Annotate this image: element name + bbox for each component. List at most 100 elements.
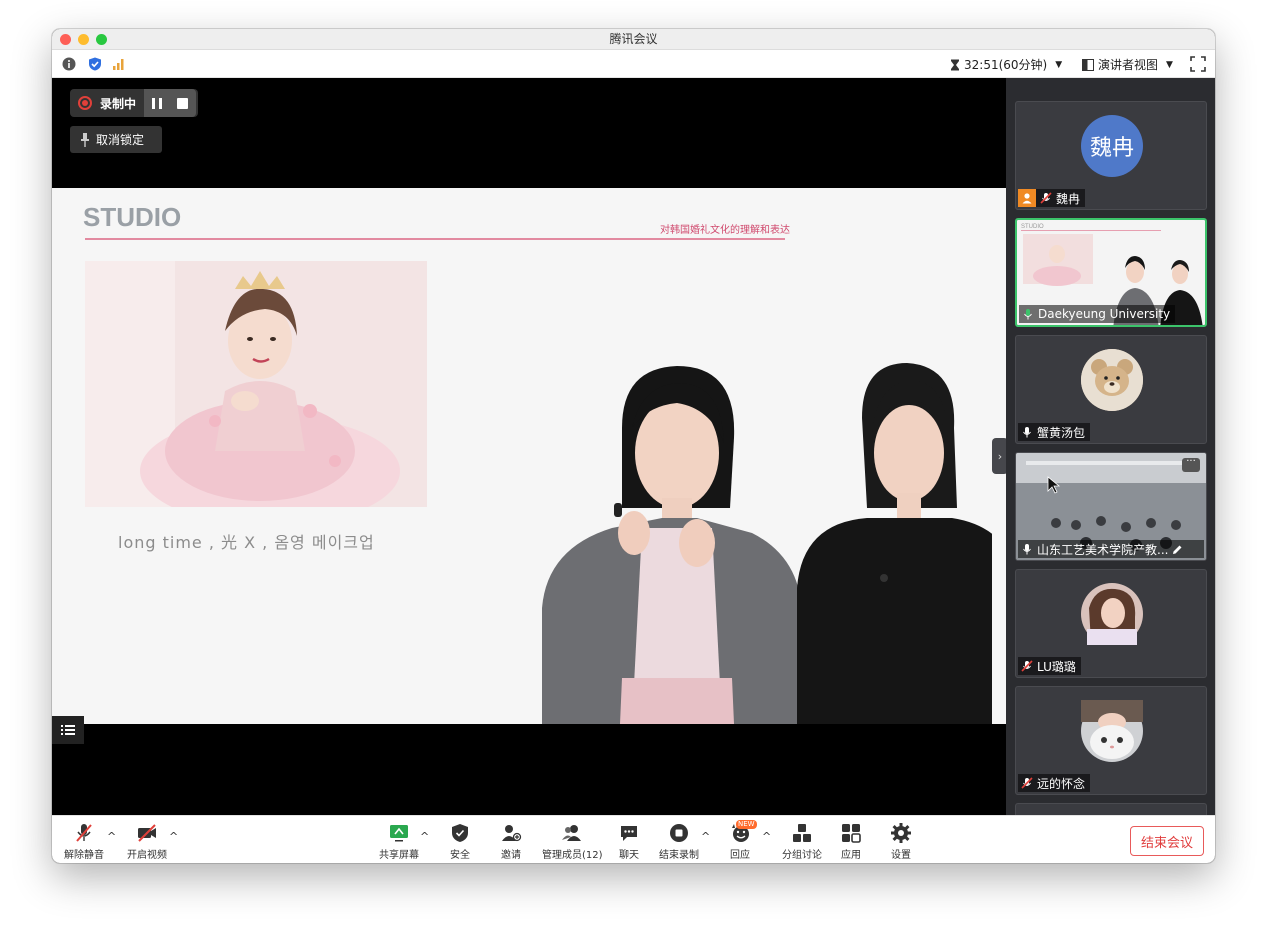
settings-label: 设置 [891,850,911,861]
meeting-timer[interactable]: 32:51(60分钟) ▼ [950,56,1062,73]
recording-indicator: 录制中 [70,89,198,117]
avatar: 魏冉 [1081,115,1143,177]
share-options-caret[interactable]: ^ [420,830,429,843]
meeting-toolbar: 解除静音 ^ 开启视频 ^ 共享屏幕 ^ 安全 邀请 管理成员(12) 聊天 结… [52,815,1215,863]
invite-button[interactable]: 邀请 [500,822,522,861]
unmute-button[interactable]: 解除静音 [64,822,104,861]
stop-recording-button[interactable] [177,97,189,109]
recording-label: 录制中 [100,96,137,111]
participant-tile[interactable]: STUDIO Daekyeung University [1015,218,1207,327]
participant-name: 蟹黄汤包 [1037,425,1086,440]
shield-icon [452,824,468,842]
participant-video-panel: 魏冉 魏冉 STUDIO Daekyeung University 蟹黄汤包 ·… [1006,78,1215,815]
reactions-options-caret[interactable]: ^ [762,830,771,843]
participant-name-tag: Daekyeung University [1019,305,1176,323]
shield-check-icon[interactable] [88,57,102,71]
participant-tile[interactable] [1015,803,1207,815]
security-label: 安全 [450,850,470,861]
security-button[interactable]: 安全 [449,822,471,861]
participant-name: 远的怀念 [1037,776,1086,791]
unlock-label: 取消锁定 [96,133,145,147]
participant-tile[interactable]: 远的怀念 [1015,686,1207,795]
mic-icon [1023,544,1031,555]
end-meeting-button[interactable]: 结束会议 [1130,826,1204,856]
chevron-right-icon: › [997,449,1003,463]
avatar [1081,349,1143,411]
list-icon [61,725,75,735]
new-badge: NEW [736,820,757,829]
maximize-window-button[interactable] [96,34,107,45]
mic-muted-icon [1021,660,1033,672]
slide-subtitle: 对韩国婚礼文化的理解和表达 [660,225,790,236]
mic-muted-icon [1021,777,1033,789]
chat-label: 聊天 [619,850,639,861]
layout-icon [1082,58,1094,71]
share-screen-label: 共享屏幕 [379,850,419,861]
share-screen-button[interactable]: 共享屏幕 [379,822,419,861]
host-icon [1018,189,1036,207]
manage-members-button[interactable]: 管理成员(12) [542,822,603,861]
participant-name: 山东工艺美术学院产教... [1037,542,1169,557]
slide-heading: STUDIO [83,202,182,232]
participant-tile[interactable]: ··· 山东工艺美术学院产教... [1015,452,1207,561]
participant-name-tag: LU璐璐 [1018,657,1081,675]
start-video-button[interactable]: 开启视频 [127,822,167,861]
recording-controls [144,89,197,117]
unmute-label: 解除静音 [64,850,104,861]
participant-name: LU璐璐 [1037,659,1076,674]
window-title: 腾讯会议 [609,32,658,46]
pin-icon [81,132,89,147]
mic-active-icon [1024,309,1032,320]
participant-name-tag: 远的怀念 [1018,774,1091,792]
signal-strength-icon[interactable] [112,57,126,71]
bride-photo [85,261,427,507]
hourglass-icon [951,59,959,70]
avatar [1081,583,1143,645]
pause-recording-button[interactable] [151,97,162,109]
participant-name-tag: 蟹黄汤包 [1018,423,1091,441]
minimize-window-button[interactable] [78,34,89,45]
view-mode-selector[interactable]: 演讲者视图 ▼ [1082,56,1173,73]
end-recording-label: 结束录制 [659,850,699,861]
mic-muted-icon [1040,192,1052,204]
chevron-down-icon: ▼ [1055,59,1063,70]
camera-off-icon [138,824,156,842]
audio-options-caret[interactable]: ^ [107,830,116,843]
participant-name-tag: 魏冉 [1018,189,1086,207]
mic-muted-icon [76,824,92,842]
add-user-icon [502,825,522,842]
fullscreen-icon[interactable] [1190,56,1206,72]
slide-caption: long time , 光 X , 옴영 메이크업 [118,533,375,552]
presentation-slide: STUDIO 对韩国婚礼文化的理解和表达 long time , 光 X , 옴… [52,188,1006,724]
apps-grid-icon [842,824,861,843]
close-window-button[interactable] [60,34,71,45]
stop-record-icon [670,824,688,842]
share-screen-icon [390,825,408,842]
mic-icon [1023,427,1031,438]
end-recording-button[interactable]: 结束录制 [659,822,699,861]
participant-name-tag: 山东工艺美术学院产教... [1018,540,1204,558]
breakout-label: 分组讨论 [782,850,822,861]
video-options-caret[interactable]: ^ [169,830,178,843]
title-bar: 腾讯会议 [52,29,1215,50]
apps-button[interactable]: 应用 [840,822,862,861]
participant-tile[interactable]: 蟹黄汤包 [1015,335,1207,444]
more-options-button[interactable]: ··· [1182,457,1200,472]
participant-tile[interactable]: 魏冉 魏冉 [1015,101,1207,210]
svg-text:STUDIO: STUDIO [1021,224,1044,230]
info-icon[interactable] [62,57,76,71]
unlock-button[interactable]: 取消锁定 [70,126,162,153]
invite-label: 邀请 [501,850,521,861]
breakout-rooms-button[interactable]: 分组讨论 [782,822,822,861]
breakout-icon [793,824,811,842]
toggle-list-button[interactable] [52,716,84,744]
recording-options-caret[interactable]: ^ [701,830,710,843]
slide-divider [85,238,785,240]
info-bar: 32:51(60分钟) ▼ 演讲者视图 ▼ [52,50,1215,78]
chat-button[interactable]: 聊天 [618,822,640,861]
settings-button[interactable]: 设置 [890,822,912,861]
chevron-down-icon: ▼ [1166,59,1173,70]
presenters-video [472,358,1006,724]
avatar [1081,700,1143,762]
participant-tile[interactable]: LU璐璐 [1015,569,1207,678]
